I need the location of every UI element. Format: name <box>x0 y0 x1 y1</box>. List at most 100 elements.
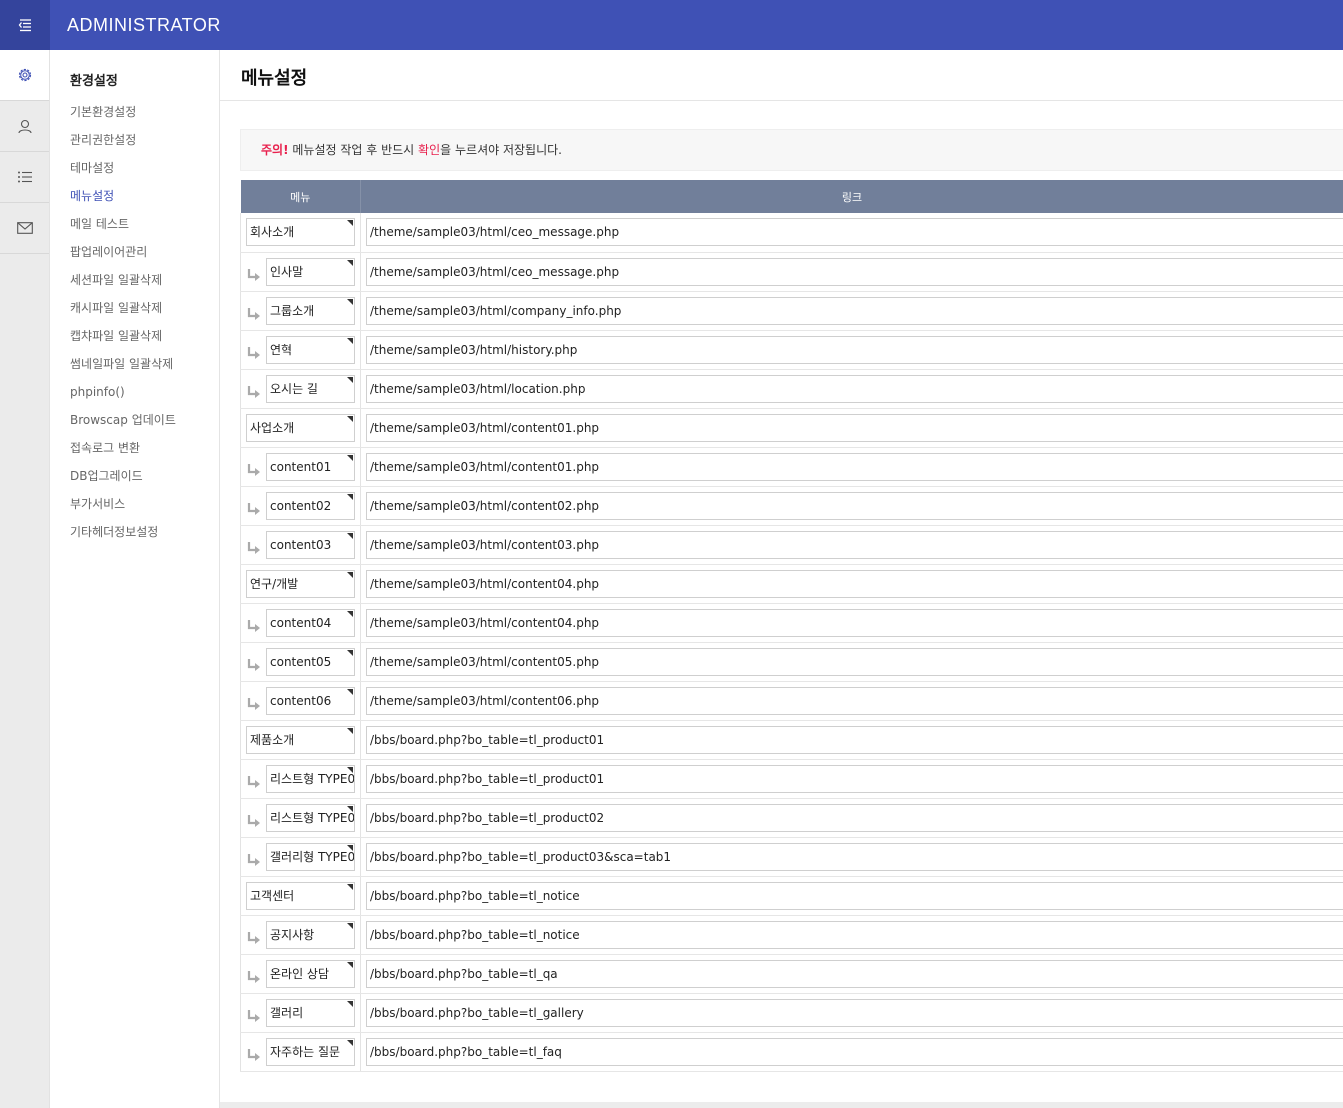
dropdown-corner-icon <box>347 1039 353 1046</box>
main-content: 메뉴설정 주의! 메뉴설정 작업 후 반드시 확인을 누르셔야 저장됩니다. 메… <box>220 50 1343 1108</box>
link-input[interactable] <box>366 257 1343 286</box>
sidebar-item[interactable]: 접속로그 변환 <box>70 438 176 466</box>
sidebar-item[interactable]: Browscap 업데이트 <box>70 410 176 438</box>
dropdown-corner-icon <box>347 922 353 929</box>
dropdown-corner-icon <box>347 571 353 578</box>
rail-board-button[interactable] <box>0 152 49 203</box>
menu-name-select[interactable]: 인사말 <box>266 257 355 286</box>
sidebar-item[interactable]: 캐시파일 일괄삭제 <box>70 298 176 326</box>
menu-name: content03 <box>270 537 332 552</box>
menu-cell: 인사말 <box>240 252 361 292</box>
link-input[interactable] <box>366 725 1343 754</box>
sidebar-item[interactable]: 캡챠파일 일괄삭제 <box>70 326 176 354</box>
menu-name-select[interactable]: content04 <box>266 608 355 637</box>
sidebar-item[interactable]: 부가서비스 <box>70 494 176 522</box>
menu-name-select[interactable]: 연혁 <box>266 335 355 364</box>
sidebar-item[interactable]: 썸네일파일 일괄삭제 <box>70 354 176 382</box>
menu-name-select[interactable]: 갤러리 <box>266 998 355 1027</box>
menu-name-select[interactable]: 자주하는 질문 <box>266 1037 355 1066</box>
menu-cell: content04 <box>240 603 361 643</box>
menu-cell: 리스트형 TYPE02 <box>240 798 361 838</box>
app-title[interactable]: ADMINISTRATOR <box>67 0 221 50</box>
link-input[interactable] <box>366 881 1343 910</box>
menu-name-select[interactable]: 고객센터 <box>246 881 355 910</box>
link-cell <box>360 213 1343 253</box>
sidebar-item[interactable]: phpinfo() <box>70 382 176 410</box>
table-row: 회사소개 <box>240 213 1343 253</box>
rail-mail-button[interactable] <box>0 203 49 254</box>
sub-arrow-icon <box>247 346 260 359</box>
menu-name-select[interactable]: content06 <box>266 686 355 715</box>
menu-name-select[interactable]: 사업소개 <box>246 413 355 442</box>
sidebar-item[interactable]: 세션파일 일괄삭제 <box>70 270 176 298</box>
menu-collapse-icon <box>18 19 31 32</box>
menu-name-select[interactable]: 연구/개발 <box>246 569 355 598</box>
link-input[interactable] <box>366 452 1343 481</box>
link-input[interactable] <box>366 998 1343 1027</box>
sub-arrow-icon <box>247 307 260 320</box>
table-header-row: 메뉴 링크 <box>240 180 1343 213</box>
sidebar-item[interactable]: 메뉴설정 <box>70 186 176 214</box>
menu-name: 고객센터 <box>250 888 295 903</box>
gear-icon <box>18 68 31 82</box>
sidebar-item[interactable]: 관리권한설정 <box>70 130 176 158</box>
link-input[interactable] <box>366 920 1343 949</box>
link-input[interactable] <box>366 608 1343 637</box>
sidebar-item[interactable]: 테마설정 <box>70 158 176 186</box>
link-input[interactable] <box>366 335 1343 364</box>
link-input[interactable] <box>366 530 1343 559</box>
link-cell <box>360 1032 1343 1072</box>
menu-name-select[interactable]: 리스트형 TYPE01 <box>266 764 355 793</box>
sidebar-item[interactable]: DB업그레이드 <box>70 466 176 494</box>
table-row: 고객센터 <box>240 876 1343 916</box>
menu-name-select[interactable]: 공지사항 <box>266 920 355 949</box>
link-input[interactable] <box>366 959 1343 988</box>
sidebar-item[interactable]: 메일 테스트 <box>70 214 176 242</box>
menu-name-select[interactable]: 제품소개 <box>246 725 355 754</box>
menu-cell: 그룹소개 <box>240 291 361 331</box>
menu-name: content06 <box>270 693 332 708</box>
dropdown-corner-icon <box>347 766 353 773</box>
menu-cell: 갤러리 <box>240 993 361 1033</box>
sub-arrow-icon <box>247 619 260 632</box>
menu-name-select[interactable]: content01 <box>266 452 355 481</box>
link-input[interactable] <box>366 686 1343 715</box>
user-icon <box>17 119 32 134</box>
menu-cell: content05 <box>240 642 361 682</box>
link-input[interactable] <box>366 296 1343 325</box>
menu-table: 메뉴 링크 회사소개인사말그룹소개연혁오시는 길사업소개 content01 con… <box>240 180 1343 1072</box>
link-input[interactable] <box>366 764 1343 793</box>
link-input[interactable] <box>366 569 1343 598</box>
sidebar-item[interactable]: 팝업레이어관리 <box>70 242 176 270</box>
menu-name: 공지사항 <box>270 927 315 942</box>
menu-toggle-button[interactable] <box>0 0 50 50</box>
sidebar-item[interactable]: 기본환경설정 <box>70 102 176 130</box>
menu-name-select[interactable]: content02 <box>266 491 355 520</box>
rail-settings-button[interactable] <box>0 50 49 101</box>
link-input[interactable] <box>366 1037 1343 1066</box>
link-input[interactable] <box>366 842 1343 871</box>
menu-cell: 고객센터 <box>240 876 361 916</box>
link-input[interactable] <box>366 491 1343 520</box>
sidebar-item[interactable]: 기타헤더정보설정 <box>70 522 176 550</box>
link-input[interactable] <box>366 374 1343 403</box>
menu-name-select[interactable]: 갤러리형 TYPE03 <box>266 842 355 871</box>
link-cell <box>360 330 1343 370</box>
link-input[interactable] <box>366 413 1343 442</box>
menu-name-select[interactable]: content03 <box>266 530 355 559</box>
dropdown-corner-icon <box>347 883 353 890</box>
table-row: content06 <box>240 681 1343 721</box>
menu-name-select[interactable]: 오시는 길 <box>266 374 355 403</box>
menu-name-select[interactable]: 리스트형 TYPE02 <box>266 803 355 832</box>
rail-members-button[interactable] <box>0 101 49 152</box>
menu-name-select[interactable]: 온라인 상담 <box>266 959 355 988</box>
table-row: 자주하는 질문 <box>240 1032 1343 1072</box>
menu-name-select[interactable]: 회사소개 <box>246 218 355 247</box>
link-input[interactable] <box>366 647 1343 676</box>
menu-name-select[interactable]: 그룹소개 <box>266 296 355 325</box>
menu-name-select[interactable]: content05 <box>266 647 355 676</box>
link-input[interactable] <box>366 803 1343 832</box>
link-input[interactable] <box>366 218 1343 247</box>
table-row: 인사말 <box>240 252 1343 292</box>
sub-arrow-icon <box>247 853 260 866</box>
